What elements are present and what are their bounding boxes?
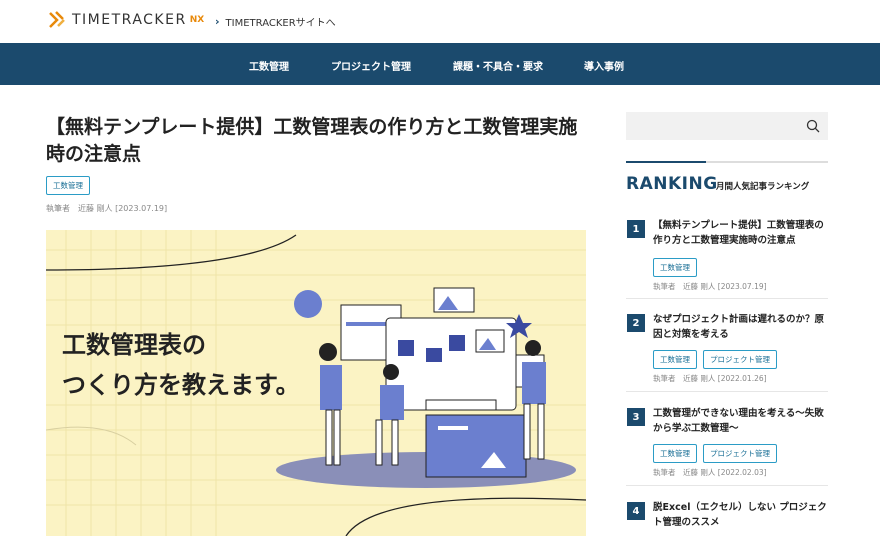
rank-title[interactable]: 工数管理ができない理由を考える〜失敗から学ぶ工数管理〜 bbox=[653, 406, 828, 436]
chevron-right-icon: › bbox=[215, 15, 220, 28]
nav-item-project[interactable]: プロジェクト管理 bbox=[331, 58, 411, 73]
search-icon[interactable] bbox=[806, 119, 820, 133]
rank-number: 2 bbox=[627, 314, 645, 332]
article-tag[interactable]: 工数管理 bbox=[46, 176, 90, 195]
rank-tag[interactable]: プロジェクト管理 bbox=[703, 444, 777, 463]
ranking-item[interactable]: 4 脱Excel（エクセル）しない プロジェクト管理のススメ bbox=[626, 500, 828, 536]
rank-meta: 執筆者 近藤 剛人 [2022.01.26] bbox=[653, 374, 767, 383]
nav-item-issues[interactable]: 課題・不具合・要求 bbox=[453, 58, 543, 73]
nav-item-kousu[interactable]: 工数管理 bbox=[249, 58, 289, 73]
ranking-item[interactable]: 3 工数管理ができない理由を考える〜失敗から学ぶ工数管理〜 工数管理 プロジェク… bbox=[626, 406, 828, 486]
hero-headline-line2: つくり方を教えます。 bbox=[62, 371, 300, 399]
rank-number: 3 bbox=[627, 408, 645, 426]
rank-meta: 執筆者 近藤 剛人 [2022.02.03] bbox=[653, 468, 767, 477]
site-link-label: TIMETRACKERサイトへ bbox=[225, 18, 336, 29]
article-byline: 執筆者 近藤 剛人 [2023.07.19] bbox=[46, 204, 168, 213]
ranking-item[interactable]: 2 なぜプロジェクト計画は遅れるのか？原因と対策を考える 工数管理 プロジェクト… bbox=[626, 312, 828, 392]
rank-title[interactable]: 【無料テンプレート提供】工数管理表の作り方と工数管理実施時の注意点 bbox=[653, 218, 828, 248]
rank-tag[interactable]: 工数管理 bbox=[653, 444, 697, 463]
ranking-title: RANKING bbox=[626, 174, 718, 194]
ranking-item[interactable]: 1 【無料テンプレート提供】工数管理表の作り方と工数管理実施時の注意点 工数管理… bbox=[626, 218, 828, 298]
logo[interactable]: TIMETRACKER NX bbox=[46, 8, 204, 32]
logo-text: TIMETRACKER bbox=[72, 12, 187, 28]
rank-meta: 執筆者 近藤 剛人 [2023.07.19] bbox=[653, 282, 767, 291]
ranking-divider-accent bbox=[626, 161, 706, 163]
logo-mark-icon bbox=[49, 11, 65, 28]
ranking-separator bbox=[626, 485, 828, 486]
site-link[interactable]: › TIMETRACKERサイトへ bbox=[215, 14, 336, 29]
rank-number: 4 bbox=[627, 502, 645, 520]
hero-headline-line1: 工数管理表の bbox=[62, 331, 206, 359]
logo-suffix: NX bbox=[189, 15, 205, 25]
main-nav: 工数管理 プロジェクト管理 課題・不具合・要求 導入事例 bbox=[0, 43, 880, 85]
rank-title[interactable]: なぜプロジェクト計画は遅れるのか？原因と対策を考える bbox=[653, 312, 828, 342]
ranking-separator bbox=[626, 391, 828, 392]
rank-tag[interactable]: 工数管理 bbox=[653, 258, 697, 277]
page-title: 【無料テンプレート提供】工数管理表の作り方と工数管理実施時の注意点 bbox=[46, 116, 578, 165]
rank-tag[interactable]: プロジェクト管理 bbox=[703, 350, 777, 369]
top-bar: TIMETRACKER NX › TIMETRACKERサイトへ bbox=[0, 0, 880, 43]
rank-tag[interactable]: 工数管理 bbox=[653, 350, 697, 369]
hero-image: 工数管理表の つくり方を教えます。 bbox=[46, 230, 586, 536]
ranking-separator bbox=[626, 298, 828, 299]
nav-item-cases[interactable]: 導入事例 bbox=[584, 58, 624, 73]
rank-number: 1 bbox=[627, 220, 645, 238]
ranking-subtitle: 月間人気記事ランキング bbox=[716, 182, 810, 192]
rank-title[interactable]: 脱Excel（エクセル）しない プロジェクト管理のススメ bbox=[653, 500, 828, 530]
search-input[interactable] bbox=[626, 112, 828, 140]
